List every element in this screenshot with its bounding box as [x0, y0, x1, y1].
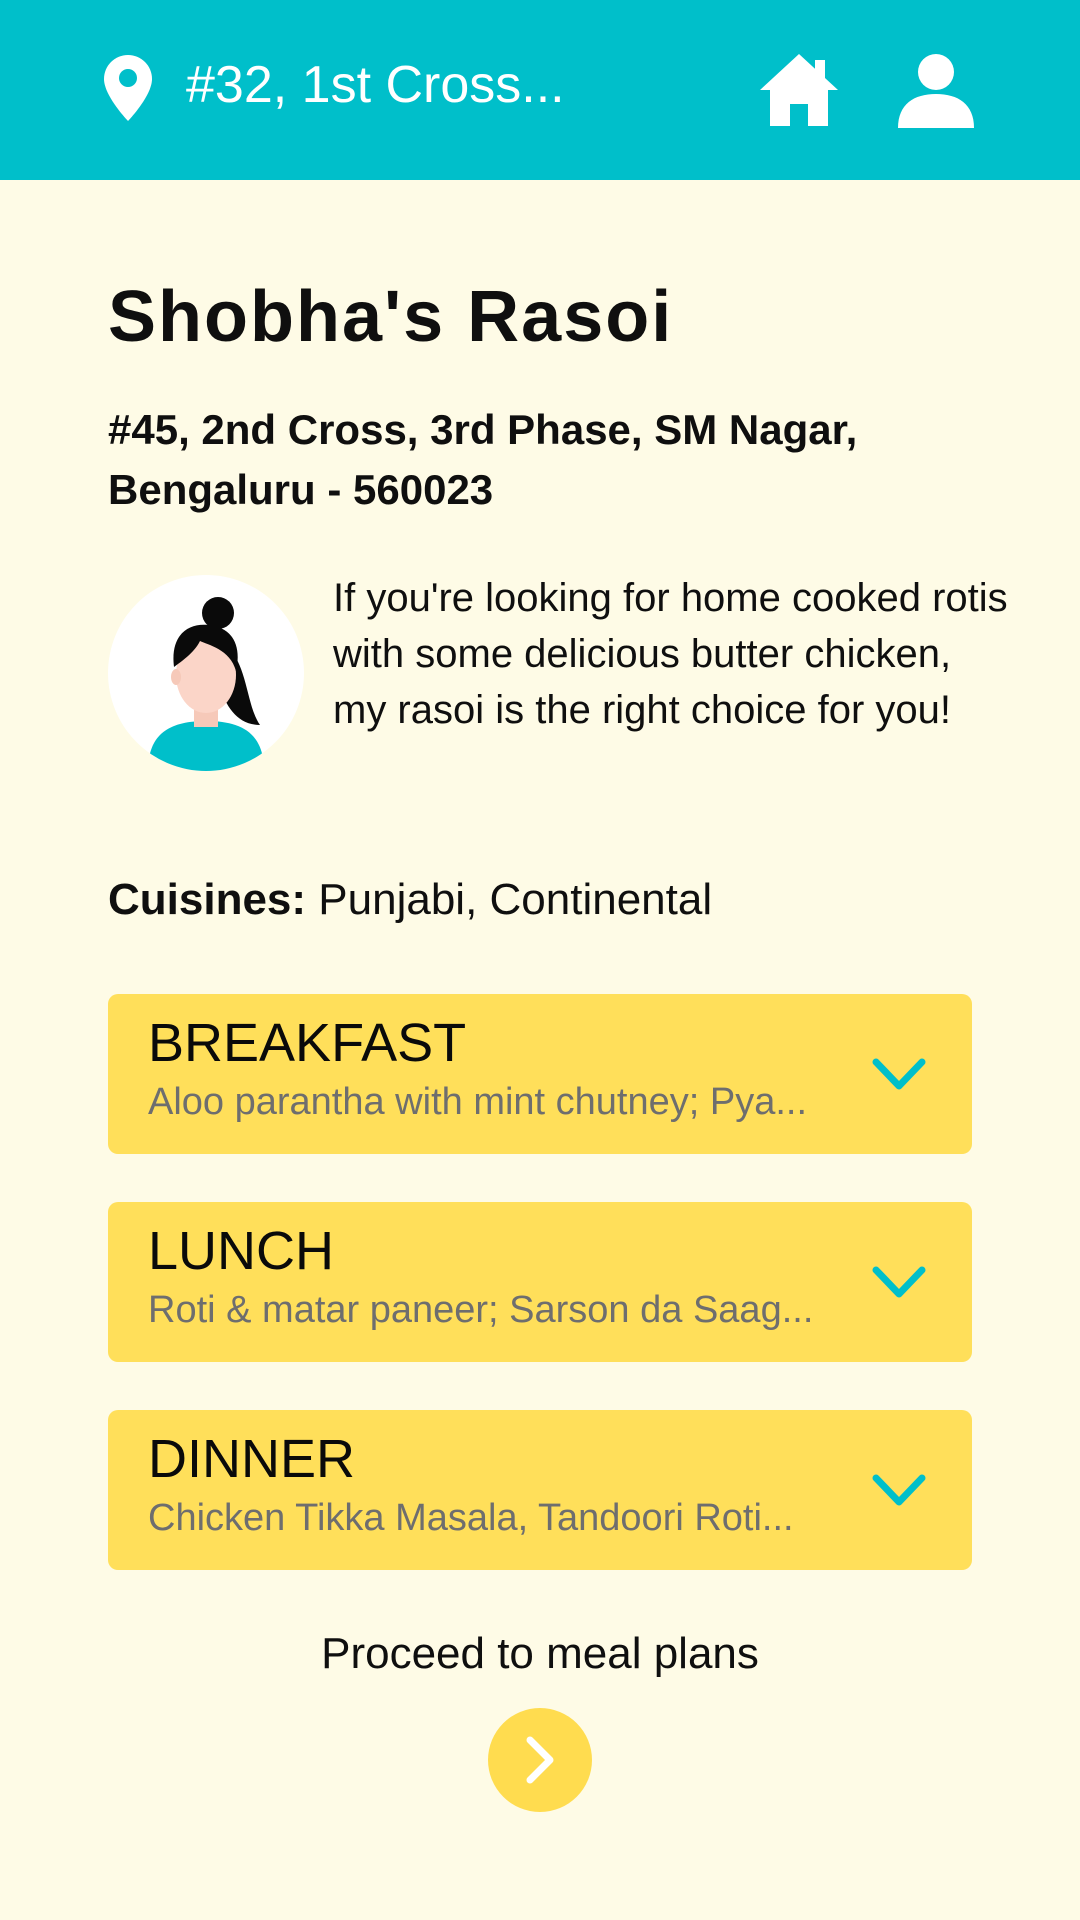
cuisines-value: Punjabi, Continental: [318, 875, 713, 924]
kitchen-address: #45, 2nd Cross, 3rd Phase, SM Nagar, Ben…: [108, 406, 858, 513]
kitchen-bio: If you're looking for home cooked rotis …: [333, 576, 1008, 732]
chevron-down-icon[interactable]: [870, 1466, 928, 1514]
top-bar: #32, 1st Cross...: [0, 0, 1080, 180]
chevron-down-icon[interactable]: [870, 1050, 928, 1098]
proceed-button[interactable]: [488, 1708, 592, 1812]
home-icon[interactable]: [758, 52, 840, 128]
proceed-label: Proceed to meal plans: [321, 1629, 759, 1678]
meal-card-breakfast[interactable]: BREAKFAST Aloo parantha with mint chutne…: [108, 994, 972, 1154]
meal-card-dinner[interactable]: DINNER Chicken Tikka Masala, Tandoori Ro…: [108, 1410, 972, 1570]
meal-title: DINNER: [148, 1429, 356, 1489]
meal-card-lunch[interactable]: LUNCH Roti & matar paneer; Sarson da Saa…: [108, 1202, 972, 1362]
delivery-address[interactable]: #32, 1st Cross...: [186, 50, 565, 120]
meal-title: LUNCH: [148, 1221, 335, 1281]
meal-description: Chicken Tikka Masala, Tandoori Roti...: [148, 1497, 794, 1539]
meal-title: BREAKFAST: [148, 1013, 467, 1073]
user-icon[interactable]: [898, 52, 974, 128]
chevron-right-icon: [526, 1736, 554, 1784]
chef-avatar: [108, 575, 304, 771]
chef-illustration: [148, 597, 264, 771]
cuisines-line: Cuisines: Punjabi, Continental: [108, 870, 712, 930]
location-pin-icon[interactable]: [104, 55, 152, 121]
meal-description: Roti & matar paneer; Sarson da Saag...: [148, 1289, 814, 1331]
cuisines-label: Cuisines:: [108, 875, 307, 924]
chevron-down-icon[interactable]: [870, 1258, 928, 1306]
kitchen-name: Shobha's Rasoi: [108, 277, 674, 357]
meal-description: Aloo parantha with mint chutney; Pya...: [148, 1081, 808, 1123]
